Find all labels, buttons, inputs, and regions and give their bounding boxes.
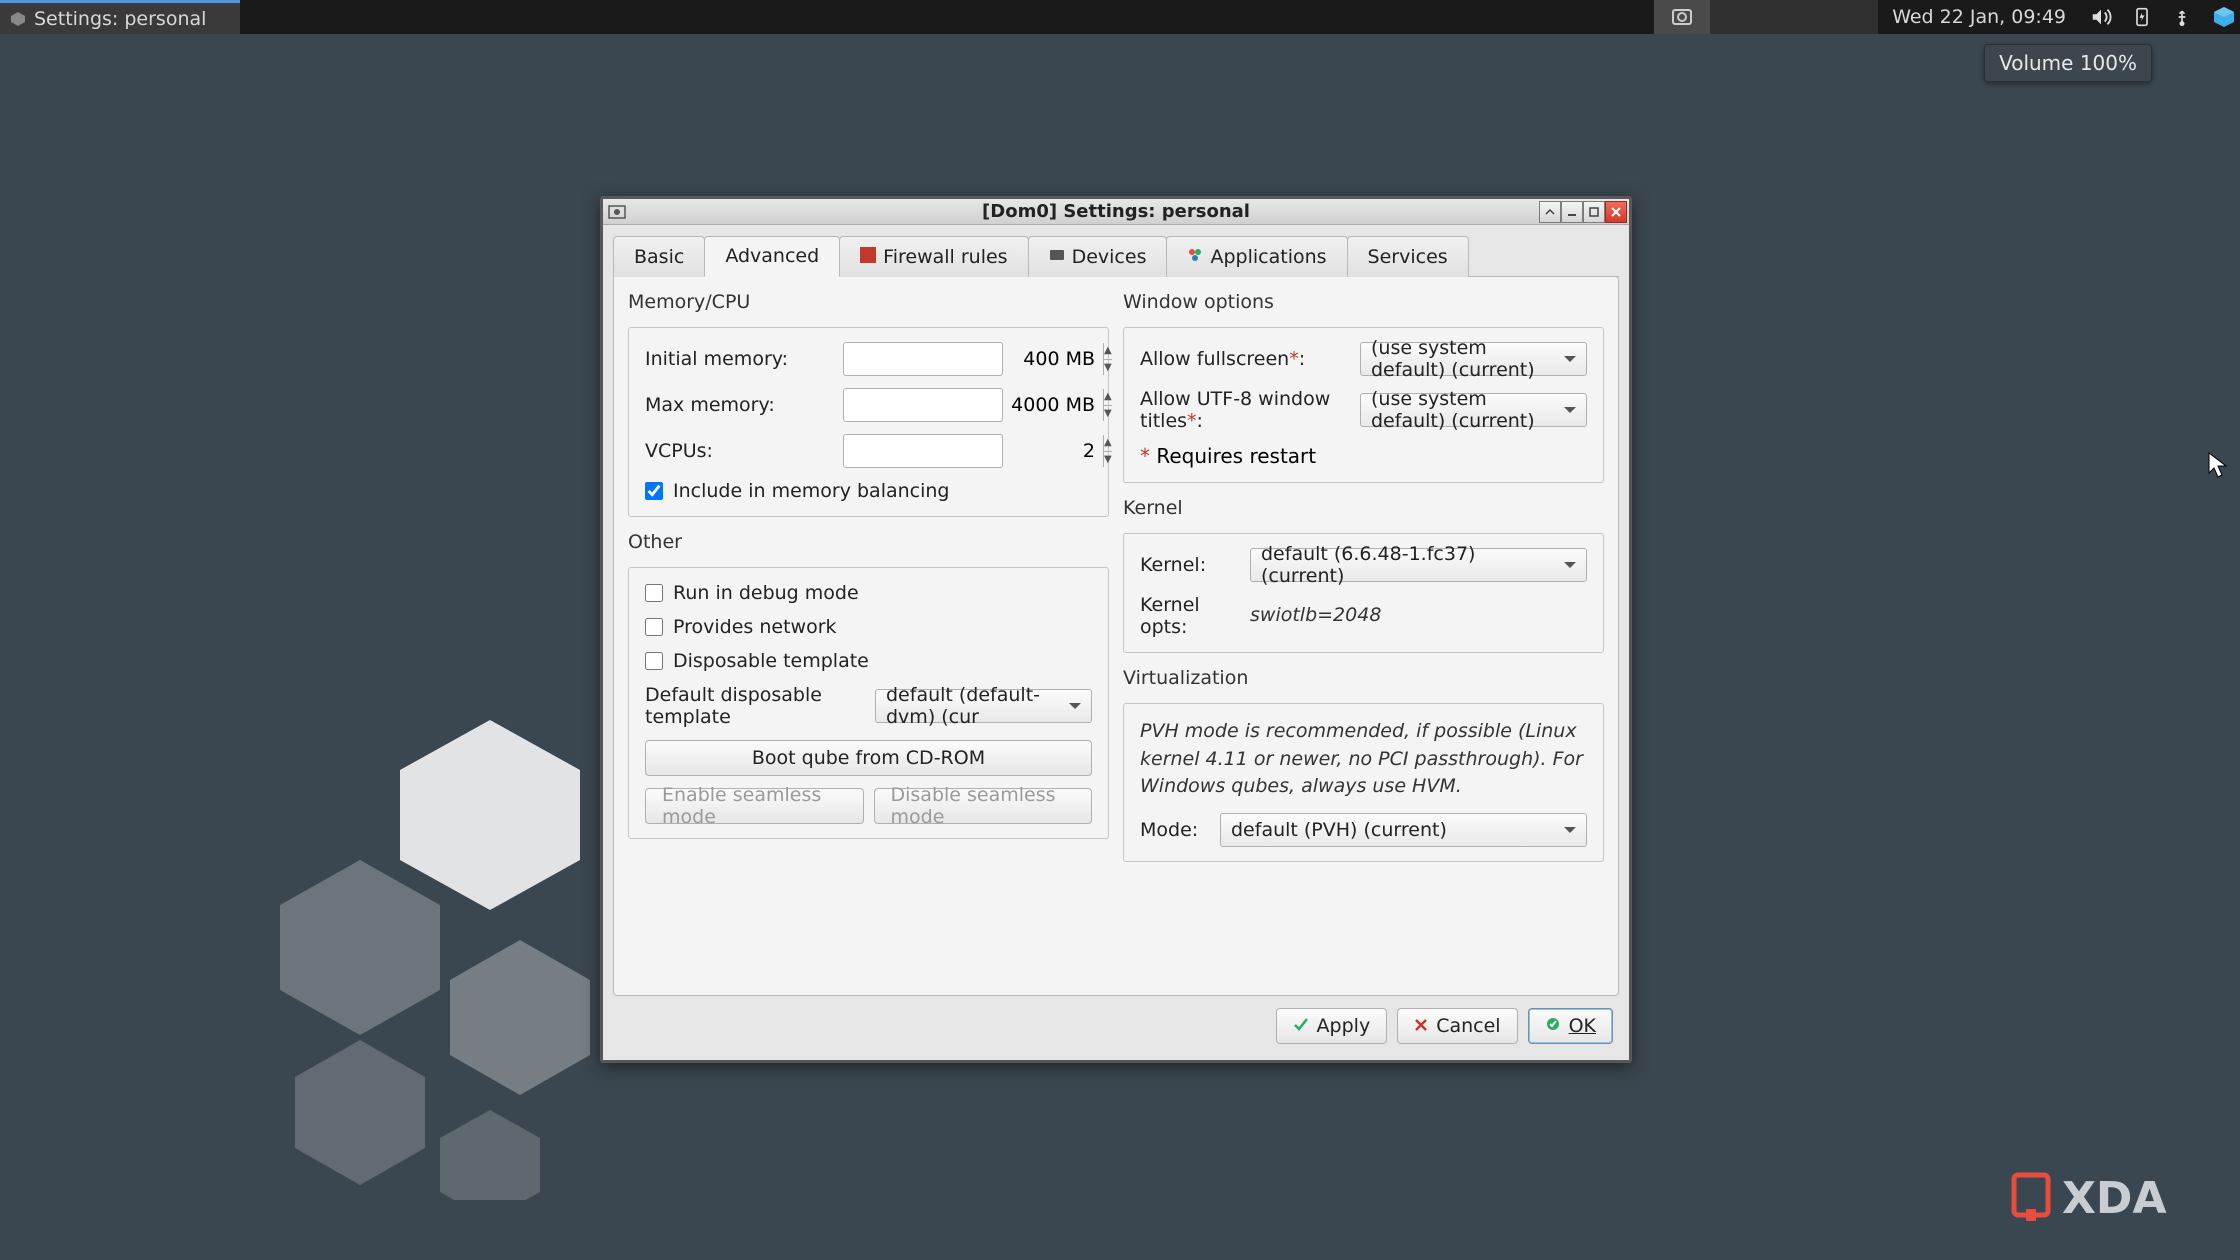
svg-text:XDA: XDA xyxy=(2062,1173,2167,1224)
virt-mode-select[interactable]: default (PVH) (current) xyxy=(1220,813,1587,847)
virt-note: PVH mode is recommended, if possible (Li… xyxy=(1140,718,1587,801)
titlebar[interactable]: [Dom0] Settings: personal xyxy=(603,199,1629,225)
battery-icon[interactable] xyxy=(2122,0,2162,34)
enable-seamless-button[interactable]: Enable seamless mode xyxy=(645,788,864,824)
x-icon xyxy=(1414,1015,1428,1037)
group-label-other: Other xyxy=(628,531,1109,553)
tray-slot-2[interactable] xyxy=(1766,0,1822,34)
spin-down-icon[interactable]: ▼ xyxy=(1104,360,1112,376)
virt-mode-label: Mode: xyxy=(1140,819,1210,841)
allow-utf8-label: Allow UTF-8 window titles*: xyxy=(1140,388,1350,432)
applications-icon xyxy=(1187,246,1203,268)
default-disposable-select[interactable]: default (default-dvm) (cur xyxy=(875,689,1092,723)
tab-firewall[interactable]: Firewall rules xyxy=(839,236,1028,277)
tab-panel-advanced: Memory/CPU Initial memory: ▲▼ Max memory… xyxy=(613,276,1619,996)
volume-tooltip: Volume 100% xyxy=(1984,44,2152,82)
kernel-opts-label: Kernel opts: xyxy=(1140,594,1240,638)
minimize-button[interactable] xyxy=(1561,201,1583,223)
vcpus-label: VCPUs: xyxy=(645,440,833,462)
group-other: Run in debug mode Provides network Dispo… xyxy=(628,567,1109,839)
apply-button[interactable]: Apply xyxy=(1276,1008,1388,1044)
kernel-opts-value: swiotlb=2048 xyxy=(1250,602,1381,630)
window-title: [Dom0] Settings: personal xyxy=(603,201,1629,222)
boot-cdrom-button[interactable]: Boot qube from CD-ROM xyxy=(645,740,1092,776)
tab-advanced[interactable]: Advanced xyxy=(704,236,840,277)
devices-icon xyxy=(1049,246,1065,268)
group-label-kernel: Kernel xyxy=(1123,497,1604,519)
taskbar-item-settings[interactable]: Settings: personal xyxy=(0,0,240,34)
shade-button[interactable] xyxy=(1539,201,1561,223)
spin-up-icon[interactable]: ▲ xyxy=(1104,343,1112,360)
cancel-button[interactable]: Cancel xyxy=(1397,1008,1517,1044)
initial-memory-label: Initial memory: xyxy=(645,348,833,370)
allow-fullscreen-label: Allow fullscreen*: xyxy=(1140,348,1350,370)
tray-screenshot-button[interactable] xyxy=(1654,0,1710,34)
group-label-memory: Memory/CPU xyxy=(628,291,1109,313)
tab-basic[interactable]: Basic xyxy=(613,236,705,277)
provides-network-checkbox[interactable]: Provides network xyxy=(645,616,1092,638)
xda-watermark: XDA xyxy=(2010,1165,2210,1230)
tab-applications[interactable]: Applications xyxy=(1166,236,1347,277)
default-disposable-label: Default disposable template xyxy=(645,684,865,728)
window-menu-icon[interactable] xyxy=(607,202,627,222)
initial-memory-input[interactable]: ▲▼ xyxy=(843,342,1003,376)
restart-note: * Requires restart xyxy=(1140,444,1587,468)
disposable-template-checkbox[interactable]: Disposable template xyxy=(645,650,1092,672)
group-memory: Initial memory: ▲▼ Max memory: ▲▼ xyxy=(628,327,1109,517)
usb-icon[interactable] xyxy=(2162,0,2202,34)
settings-dialog: [Dom0] Settings: personal Basic Advanced… xyxy=(600,196,1632,1063)
taskbar-item-label: Settings: personal xyxy=(34,8,206,30)
volume-icon[interactable] xyxy=(2080,0,2122,34)
dialog-button-row: Apply Cancel OK xyxy=(613,996,1619,1050)
group-kernel: Kernel: default (6.6.48-1.fc37) (current… xyxy=(1123,533,1604,653)
vcpus-input[interactable]: ▲▼ xyxy=(843,434,1003,468)
qube-icon xyxy=(10,11,26,27)
ok-icon xyxy=(1545,1015,1561,1037)
memory-balancing-checkbox[interactable]: Include in memory balancing xyxy=(645,480,1092,502)
group-label-window: Window options xyxy=(1123,291,1604,313)
tab-services[interactable]: Services xyxy=(1347,236,1469,277)
close-button[interactable] xyxy=(1605,201,1627,223)
desktop-logo xyxy=(240,680,660,1205)
group-window: Allow fullscreen*: (use system default) … xyxy=(1123,327,1604,483)
qubes-tray-icon[interactable] xyxy=(2202,0,2240,34)
max-memory-input[interactable]: ▲▼ xyxy=(843,388,1003,422)
group-virt: PVH mode is recommended, if possible (Li… xyxy=(1123,703,1604,862)
tray-slot-3[interactable] xyxy=(1822,0,1878,34)
kernel-label: Kernel: xyxy=(1140,554,1240,576)
disable-seamless-button[interactable]: Disable seamless mode xyxy=(874,788,1093,824)
group-label-virt: Virtualization xyxy=(1123,667,1604,689)
check-icon xyxy=(1293,1015,1309,1037)
kernel-select[interactable]: default (6.6.48-1.fc37) (current) xyxy=(1250,548,1587,582)
debug-mode-checkbox[interactable]: Run in debug mode xyxy=(645,582,1092,604)
allow-utf8-select[interactable]: (use system default) (current) xyxy=(1360,393,1587,427)
firewall-icon xyxy=(860,246,876,268)
top-panel: Settings: personal Wed 22 Jan, 09:49 xyxy=(0,0,2240,34)
max-memory-label: Max memory: xyxy=(645,394,833,416)
tray-slot-1[interactable] xyxy=(1710,0,1766,34)
allow-fullscreen-select[interactable]: (use system default) (current) xyxy=(1360,342,1587,376)
tab-devices[interactable]: Devices xyxy=(1028,236,1168,277)
mouse-cursor xyxy=(2208,452,2228,485)
tab-bar: Basic Advanced Firewall rules Devices Ap… xyxy=(613,235,1619,277)
clock[interactable]: Wed 22 Jan, 09:49 xyxy=(1878,0,2080,34)
ok-button[interactable]: OK xyxy=(1528,1008,1613,1044)
maximize-button[interactable] xyxy=(1583,201,1605,223)
